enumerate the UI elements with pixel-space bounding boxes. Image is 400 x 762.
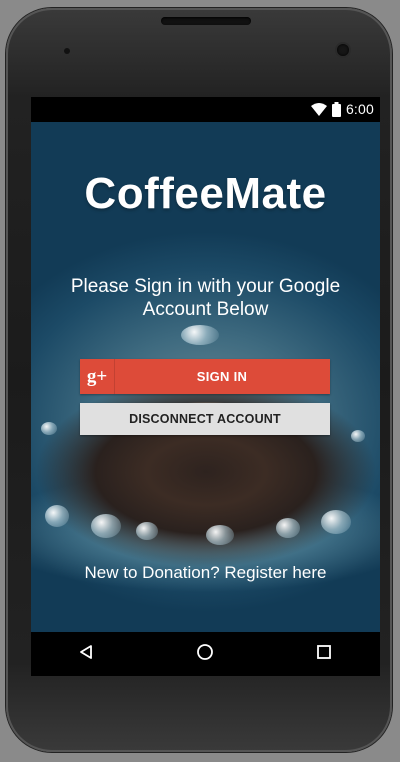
phone-frame: 6:00 CoffeeMate Please Sign in with your… xyxy=(6,8,392,752)
recents-square-icon xyxy=(316,644,332,665)
google-signin-button[interactable]: g+ SIGN IN xyxy=(80,359,330,394)
water-droplet xyxy=(91,514,121,538)
water-droplet xyxy=(41,422,57,435)
wifi-icon xyxy=(310,102,327,116)
register-link[interactable]: New to Donation? Register here xyxy=(31,563,380,583)
back-triangle-icon xyxy=(78,644,94,665)
sensor-dot xyxy=(64,48,70,54)
navigation-bar xyxy=(31,632,380,676)
water-droplet xyxy=(181,325,219,345)
status-icons: 6:00 xyxy=(310,101,374,117)
front-camera xyxy=(337,44,349,56)
status-time: 6:00 xyxy=(345,101,374,117)
status-bar: 6:00 xyxy=(31,97,380,122)
login-background: CoffeeMate Please Sign in with your Goog… xyxy=(31,122,380,632)
earpiece-speaker xyxy=(161,17,251,25)
water-droplet xyxy=(276,518,300,538)
disconnect-account-button[interactable]: DISCONNECT ACCOUNT xyxy=(80,403,330,435)
water-droplet xyxy=(136,522,158,540)
app-title: CoffeeMate xyxy=(84,169,327,218)
water-droplet xyxy=(321,510,351,534)
home-circle-icon xyxy=(196,643,214,666)
signin-prompt: Please Sign in with your Google Account … xyxy=(70,276,341,320)
water-droplet xyxy=(206,525,234,545)
screen: 6:00 CoffeeMate Please Sign in with your… xyxy=(31,97,380,676)
signin-label: SIGN IN xyxy=(196,369,248,384)
google-plus-icon: g+ xyxy=(80,359,115,394)
home-button[interactable] xyxy=(175,632,235,676)
back-button[interactable] xyxy=(56,632,116,676)
recents-button[interactable] xyxy=(294,632,354,676)
water-droplet xyxy=(351,430,365,442)
water-droplet xyxy=(45,505,69,527)
battery-icon xyxy=(331,101,341,117)
